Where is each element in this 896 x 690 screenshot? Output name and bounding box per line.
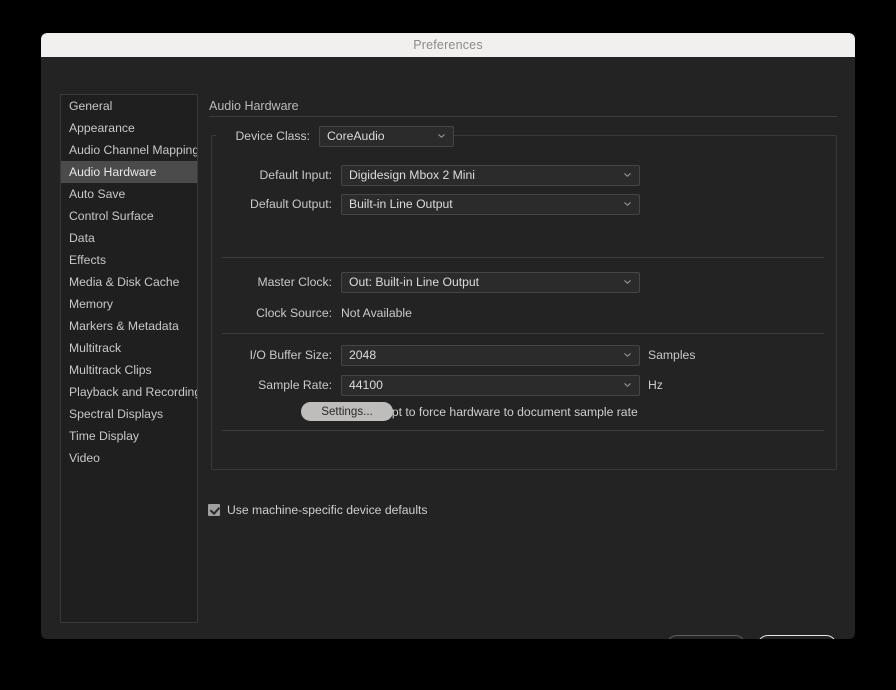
default-output-label: Default Output: <box>250 197 332 211</box>
dialog-body: General Appearance Audio Channel Mapping… <box>41 57 855 639</box>
chevron-down-icon <box>437 132 446 141</box>
sidebar-item-media-disk-cache[interactable]: Media & Disk Cache <box>61 271 197 293</box>
sidebar-item-video[interactable]: Video <box>61 447 197 469</box>
sidebar-item-auto-save[interactable]: Auto Save <box>61 183 197 205</box>
device-class-row: Device Class: CoreAudio <box>220 125 520 147</box>
sidebar-item-playback-and-recording[interactable]: Playback and Recording <box>61 381 197 403</box>
io-buffer-size-label: I/O Buffer Size: <box>249 348 332 362</box>
default-output-row: Default Output: Built-in Line Output <box>220 193 660 215</box>
default-input-row: Default Input: Digidesign Mbox 2 Mini <box>220 164 660 186</box>
sidebar-item-general[interactable]: General <box>61 95 197 117</box>
default-input-value: Digidesign Mbox 2 Mini <box>349 168 475 182</box>
sidebar-item-data[interactable]: Data <box>61 227 197 249</box>
screen: Preferences General Appearance Audio Cha… <box>0 0 896 690</box>
sample-rate-label: Sample Rate: <box>258 378 332 392</box>
panel-heading: Audio Hardware <box>209 99 299 113</box>
dialog-title: Preferences <box>413 38 483 52</box>
clock-source-row: Clock Source: Not Available <box>220 302 660 324</box>
device-class-value: CoreAudio <box>327 129 385 143</box>
sidebar-item-memory[interactable]: Memory <box>61 293 197 315</box>
settings-button[interactable]: Settings... <box>301 402 393 421</box>
machine-defaults-label: Use machine-specific device defaults <box>227 503 428 517</box>
divider-3 <box>222 430 824 431</box>
cancel-button[interactable]: Cancel <box>666 635 746 639</box>
sample-rate-select[interactable]: 44100 <box>341 374 640 396</box>
sidebar-item-audio-hardware[interactable]: Audio Hardware <box>61 161 197 183</box>
io-buffer-size-unit: Samples <box>648 348 696 362</box>
sample-rate-value: 44100 <box>349 378 383 392</box>
sidebar-item-spectral-displays[interactable]: Spectral Displays <box>61 403 197 425</box>
default-input-label: Default Input: <box>259 168 333 182</box>
sidebar-item-multitrack[interactable]: Multitrack <box>61 337 197 359</box>
master-clock-value: Out: Built-in Line Output <box>349 275 480 289</box>
sample-rate-row: Sample Rate: 44100 Hz <box>220 374 740 396</box>
default-input-select[interactable]: Digidesign Mbox 2 Mini <box>341 164 640 186</box>
clock-source-label: Clock Source: <box>256 306 332 320</box>
sample-rate-unit: Hz <box>648 378 663 392</box>
sidebar-item-markers-metadata[interactable]: Markers & Metadata <box>61 315 197 337</box>
divider-2 <box>222 333 824 334</box>
chevron-down-icon <box>623 381 632 390</box>
chevron-down-icon <box>623 171 632 180</box>
category-list[interactable]: General Appearance Audio Channel Mapping… <box>60 94 198 623</box>
divider-1 <box>222 257 824 258</box>
machine-defaults-checkbox[interactable] <box>208 504 220 516</box>
device-class-label: Device Class: <box>235 129 311 143</box>
sidebar-item-effects[interactable]: Effects <box>61 249 197 271</box>
chevron-down-icon <box>623 200 632 209</box>
master-clock-select[interactable]: Out: Built-in Line Output <box>341 271 640 293</box>
sidebar-item-control-surface[interactable]: Control Surface <box>61 205 197 227</box>
heading-divider <box>209 116 837 117</box>
sidebar-item-time-display[interactable]: Time Display <box>61 425 197 447</box>
sidebar-item-audio-channel-mapping[interactable]: Audio Channel Mapping <box>61 139 197 161</box>
sidebar-item-multitrack-clips[interactable]: Multitrack Clips <box>61 359 197 381</box>
audio-hardware-panel: Audio Hardware Device Class: CoreAudio D… <box>208 90 838 623</box>
sidebar-item-appearance[interactable]: Appearance <box>61 117 197 139</box>
io-buffer-size-value: 2048 <box>349 348 377 362</box>
machine-defaults-checkbox-row[interactable]: Use machine-specific device defaults <box>208 503 428 517</box>
io-buffer-size-row: I/O Buffer Size: 2048 Samples <box>220 344 740 366</box>
default-output-select[interactable]: Built-in Line Output <box>341 193 640 215</box>
ok-button[interactable]: OK <box>757 635 837 639</box>
io-buffer-size-select[interactable]: 2048 <box>341 344 640 366</box>
master-clock-row: Master Clock: Out: Built-in Line Output <box>220 271 660 293</box>
chevron-down-icon <box>623 278 632 287</box>
clock-source-value: Not Available <box>341 306 412 320</box>
default-output-value: Built-in Line Output <box>349 197 453 211</box>
dialog-titlebar: Preferences <box>41 33 855 57</box>
device-class-select[interactable]: CoreAudio <box>319 125 454 147</box>
chevron-down-icon <box>623 351 632 360</box>
force-sample-rate-label: Attempt to force hardware to document sa… <box>360 405 638 419</box>
preferences-dialog: Preferences General Appearance Audio Cha… <box>41 33 855 639</box>
master-clock-label: Master Clock: <box>257 275 333 289</box>
